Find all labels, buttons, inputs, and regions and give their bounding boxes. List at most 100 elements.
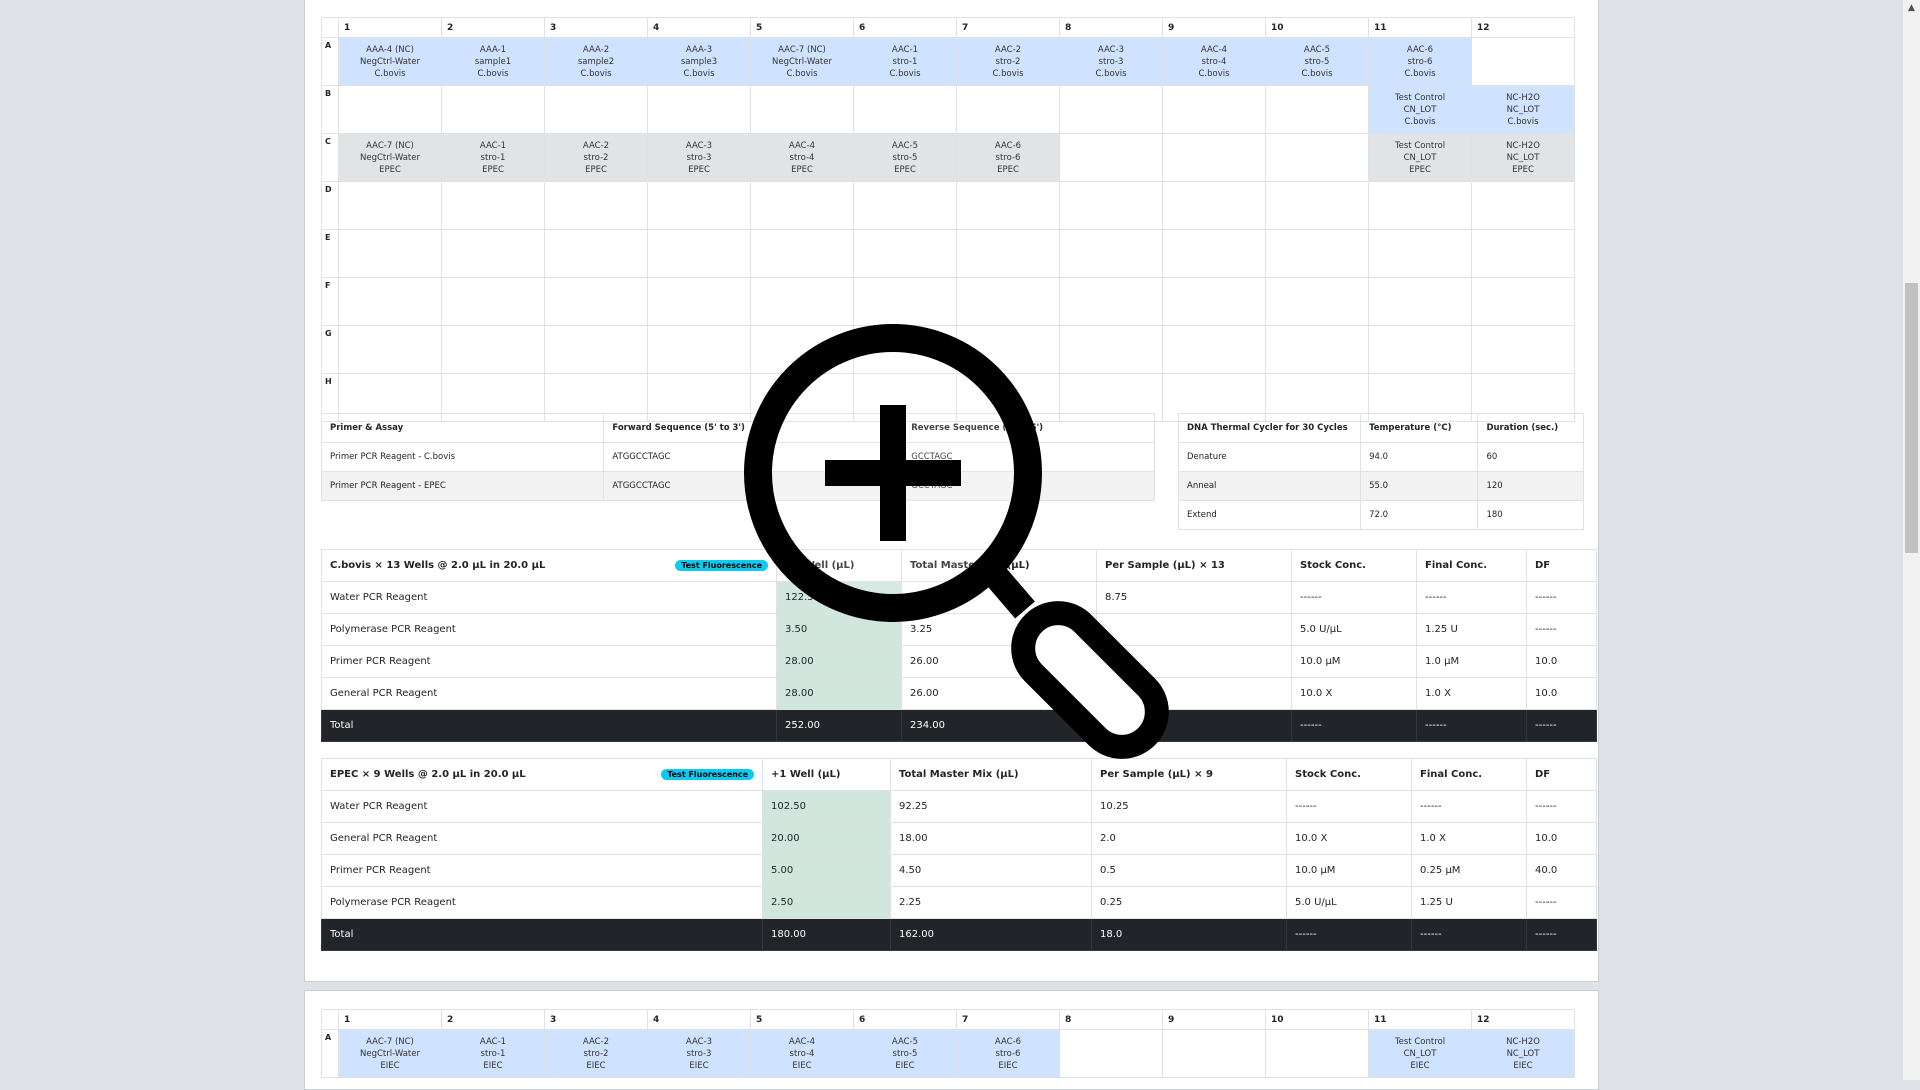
plate-well[interactable]: AAC-6 stro-6 C.bovis bbox=[1368, 37, 1472, 86]
well-text: AAC-1 bbox=[479, 1036, 507, 1047]
plate-well[interactable] bbox=[1265, 229, 1369, 278]
plate-well[interactable]: NC-H2O NC_LOT EPEC bbox=[1471, 133, 1575, 182]
plate-well[interactable]: AAC-2 stro-2 EPEC bbox=[544, 133, 648, 182]
plate-well[interactable] bbox=[1368, 325, 1472, 374]
plate-well[interactable] bbox=[544, 229, 648, 278]
plate-well[interactable]: AAC-6 stro-6 EIEC bbox=[956, 1029, 1060, 1078]
plate-well[interactable]: Test Control CN_LOT C.bovis bbox=[1368, 85, 1472, 134]
plate-well[interactable] bbox=[1471, 325, 1575, 374]
plate-well[interactable] bbox=[647, 85, 751, 134]
plate-well[interactable] bbox=[1471, 181, 1575, 230]
plate-well[interactable] bbox=[647, 181, 751, 230]
plate-well[interactable] bbox=[853, 85, 957, 134]
plate-well[interactable] bbox=[1471, 37, 1575, 86]
plate-well[interactable] bbox=[1265, 277, 1369, 326]
plate-well[interactable] bbox=[956, 181, 1060, 230]
plate-well[interactable]: AAC-7 (NC) NegCtrl-Water EPEC bbox=[338, 133, 442, 182]
plate-well[interactable] bbox=[1162, 133, 1266, 182]
plate-well[interactable] bbox=[1059, 1029, 1163, 1078]
mix-cell: 102.50 bbox=[762, 790, 891, 823]
plate-well[interactable] bbox=[338, 229, 442, 278]
plate-well[interactable] bbox=[1162, 181, 1266, 230]
plate-well[interactable] bbox=[1162, 277, 1266, 326]
plate-well[interactable]: AAC-3 stro-3 C.bovis bbox=[1059, 37, 1163, 86]
plate-well[interactable] bbox=[1059, 181, 1163, 230]
plate-well[interactable] bbox=[441, 85, 545, 134]
plate-well[interactable] bbox=[441, 229, 545, 278]
plate-well[interactable] bbox=[338, 277, 442, 326]
plate-well[interactable] bbox=[1059, 85, 1163, 134]
plate-well[interactable]: AAA-2 sample2 C.bovis bbox=[544, 37, 648, 86]
plate-well[interactable] bbox=[750, 229, 854, 278]
plate-well[interactable]: AAC-1 stro-1 EIEC bbox=[441, 1029, 545, 1078]
plate-well[interactable] bbox=[1265, 1029, 1369, 1078]
plate-well[interactable]: AAC-4 stro-4 EIEC bbox=[750, 1029, 854, 1078]
well-text: stro-2 bbox=[995, 56, 1021, 67]
plate-well[interactable] bbox=[338, 325, 442, 374]
plate-well[interactable] bbox=[1162, 1029, 1266, 1078]
plate-well[interactable] bbox=[441, 181, 545, 230]
plate-well[interactable] bbox=[956, 229, 1060, 278]
plate-well[interactable]: Test Control CN_LOT EIEC bbox=[1368, 1029, 1472, 1078]
scroll-up-arrow-icon[interactable]: ▲ bbox=[1903, 0, 1920, 17]
plate-well[interactable] bbox=[647, 325, 751, 374]
plate-well[interactable] bbox=[1265, 181, 1369, 230]
plate-column-label: 4 bbox=[647, 17, 751, 38]
info-cell: Primer PCR Reagent - C.bovis bbox=[320, 442, 605, 472]
plate-well[interactable]: AAC-5 stro-5 EPEC bbox=[853, 133, 957, 182]
plate-well[interactable] bbox=[956, 277, 1060, 326]
plate-well[interactable]: AAA-1 sample1 C.bovis bbox=[441, 37, 545, 86]
plate-well[interactable]: AAC-1 stro-1 EPEC bbox=[441, 133, 545, 182]
plate-well[interactable]: AAC-6 stro-6 EPEC bbox=[956, 133, 1060, 182]
plate-well[interactable] bbox=[1368, 277, 1472, 326]
plate-well[interactable] bbox=[647, 229, 751, 278]
plate-well[interactable]: AAC-1 stro-1 C.bovis bbox=[853, 37, 957, 86]
plate-well[interactable]: AAC-3 stro-3 EIEC bbox=[647, 1029, 751, 1078]
plate-well[interactable] bbox=[1265, 85, 1369, 134]
plate-well[interactable] bbox=[750, 277, 854, 326]
plate-well[interactable] bbox=[1265, 133, 1369, 182]
plate-well[interactable]: Test Control CN_LOT EPEC bbox=[1368, 133, 1472, 182]
plate-well[interactable]: AAC-5 stro-5 EIEC bbox=[853, 1029, 957, 1078]
plate-well[interactable]: AAC-2 stro-2 C.bovis bbox=[956, 37, 1060, 86]
vertical-scrollbar[interactable]: ▲ bbox=[1903, 0, 1920, 1080]
plate-well[interactable]: AAC-4 stro-4 EPEC bbox=[750, 133, 854, 182]
plate-well[interactable]: AAC-2 stro-2 EIEC bbox=[544, 1029, 648, 1078]
plate-well[interactable] bbox=[1368, 229, 1472, 278]
scrollbar-thumb[interactable] bbox=[1905, 283, 1918, 553]
plate-well[interactable] bbox=[750, 181, 854, 230]
plate-well[interactable] bbox=[1265, 325, 1369, 374]
plate-well[interactable] bbox=[1162, 229, 1266, 278]
plate-well[interactable]: AAC-3 stro-3 EPEC bbox=[647, 133, 751, 182]
plate-well[interactable] bbox=[441, 277, 545, 326]
plate-well[interactable]: NC-H2O NC_LOT C.bovis bbox=[1471, 85, 1575, 134]
plate-well[interactable]: AAC-4 stro-4 C.bovis bbox=[1162, 37, 1266, 86]
plate-well[interactable] bbox=[956, 85, 1060, 134]
plate-well[interactable] bbox=[853, 277, 957, 326]
plate-well[interactable] bbox=[853, 229, 957, 278]
plate-well[interactable] bbox=[1059, 133, 1163, 182]
plate-well[interactable]: AAC-7 (NC) NegCtrl-Water EIEC bbox=[338, 1029, 442, 1078]
plate-well[interactable] bbox=[338, 181, 442, 230]
plate-well[interactable] bbox=[647, 277, 751, 326]
plate-well[interactable] bbox=[1368, 181, 1472, 230]
plate-well[interactable] bbox=[544, 277, 648, 326]
plate-well[interactable] bbox=[1471, 229, 1575, 278]
plate-well[interactable] bbox=[338, 85, 442, 134]
plate-well[interactable] bbox=[853, 181, 957, 230]
plate-well[interactable] bbox=[750, 85, 854, 134]
plate-well[interactable]: AAC-7 (NC) NegCtrl-Water C.bovis bbox=[750, 37, 854, 86]
plate-well[interactable] bbox=[1162, 85, 1266, 134]
plate-well[interactable]: AAC-5 stro-5 C.bovis bbox=[1265, 37, 1369, 86]
plate-well[interactable] bbox=[1471, 277, 1575, 326]
plate-well[interactable]: NC-H2O NC_LOT EIEC bbox=[1471, 1029, 1575, 1078]
plate-well[interactable] bbox=[544, 325, 648, 374]
plate-well[interactable] bbox=[1059, 277, 1163, 326]
plate-well[interactable]: AAA-3 sample3 C.bovis bbox=[647, 37, 751, 86]
plate-well[interactable] bbox=[544, 85, 648, 134]
plate-well[interactable] bbox=[441, 325, 545, 374]
plate-well[interactable] bbox=[544, 181, 648, 230]
zoom-in-icon[interactable] bbox=[740, 320, 1180, 760]
plate-well[interactable]: AAA-4 (NC) NegCtrl-Water C.bovis bbox=[338, 37, 442, 86]
plate-well[interactable] bbox=[1059, 229, 1163, 278]
